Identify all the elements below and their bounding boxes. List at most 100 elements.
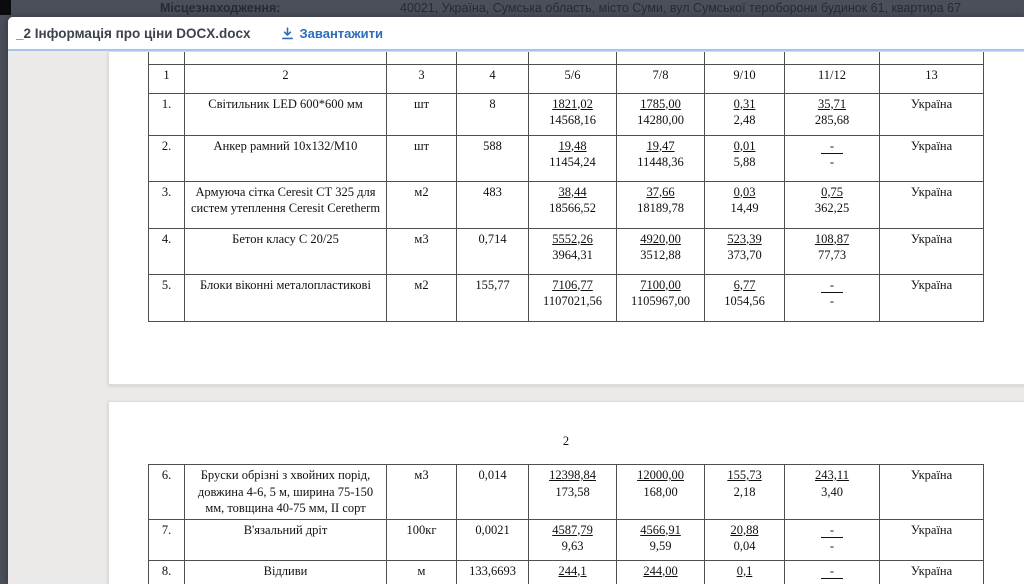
- cell-price: --: [785, 274, 880, 321]
- download-icon: [281, 27, 294, 40]
- cell-price: 6,771054,56: [705, 274, 785, 321]
- price-bottom: 0,04: [708, 538, 781, 555]
- document-filename: _2 Інформація про ціни DOCX.docx: [16, 26, 251, 41]
- cell-price: 35,71285,68: [785, 93, 880, 135]
- price-top: 244,00: [643, 564, 677, 578]
- header-cell: 2: [185, 64, 387, 93]
- price-top: 108,87: [815, 232, 849, 246]
- cell-qty: 0,014: [457, 465, 529, 520]
- cell-num: 7.: [149, 519, 185, 560]
- document-viewer[interactable]: 12345/67/89/1011/12131.Світильник LED 60…: [8, 51, 1024, 584]
- price-bottom: 373,70: [708, 247, 781, 264]
- header-cell: 9/10: [705, 64, 785, 93]
- price-bottom: 3,40: [788, 484, 876, 501]
- price-top: 0,1: [737, 564, 753, 578]
- table-row: 1.Світильник LED 600*600 ммшт81821,02145…: [149, 93, 984, 135]
- price-top: 19,47: [646, 139, 674, 153]
- cell-price: 38,4418566,52: [529, 181, 617, 228]
- price-top: 7106,77: [552, 278, 593, 292]
- cell-price: 7100,001105967,00: [617, 274, 705, 321]
- header-cell: 4: [457, 64, 529, 93]
- price-bottom: 14280,00: [620, 112, 701, 129]
- cell-unit: шт: [387, 93, 457, 135]
- cell-price: 4587,799,63: [529, 519, 617, 560]
- corner-chip: [0, 0, 11, 15]
- cell-price: 155,732,18: [705, 465, 785, 520]
- cell-price: 243,11 3,40: [785, 465, 880, 520]
- cell-name: Світильник LED 600*600 мм: [185, 93, 387, 135]
- header-cell: 11/12: [785, 64, 880, 93]
- prices-table-page2: 6.Бруски обрізні з хвойних порід, довжин…: [148, 464, 984, 584]
- price-top: 20,88: [730, 523, 758, 537]
- price-top: 12000,00: [637, 468, 684, 482]
- cell-price: 37,6618189,78: [617, 181, 705, 228]
- price-bottom: 3512,88: [620, 247, 701, 264]
- cell-name: Бетон класу С 20/25: [185, 228, 387, 274]
- cell-price: --: [785, 519, 880, 560]
- price-bottom: 173,58: [532, 484, 613, 501]
- cell-name: Бруски обрізні з хвойних порід, довжина …: [185, 465, 387, 520]
- price-bottom: 11454,24: [532, 154, 613, 171]
- cell-empty: [185, 52, 387, 64]
- price-top: -: [821, 564, 843, 579]
- cell-empty: [149, 52, 185, 64]
- price-top: 523,39: [727, 232, 761, 246]
- price-top: 37,66: [646, 185, 674, 199]
- cell-country: Україна: [880, 181, 984, 228]
- cell-price: 108,8777,73: [785, 228, 880, 274]
- cell-name: Армуюча сітка Ceresit СТ 325 для систем …: [185, 181, 387, 228]
- cell-country: Україна: [880, 135, 984, 181]
- price-top: 38,44: [558, 185, 586, 199]
- cell-country: Україна: [880, 519, 984, 560]
- cell-qty: 588: [457, 135, 529, 181]
- table-row: 3.Армуюча сітка Ceresit СТ 325 для систе…: [149, 181, 984, 228]
- price-top: 4920,00: [640, 232, 681, 246]
- prices-table-page1: 12345/67/89/1011/12131.Світильник LED 60…: [148, 52, 984, 322]
- cell-price: -: [785, 560, 880, 584]
- table-row: 4.Бетон класу С 20/25м30,7145552,263964,…: [149, 228, 984, 274]
- price-bottom: -: [788, 538, 876, 555]
- cell-price: 0,75362,25: [785, 181, 880, 228]
- price-bottom: 362,25: [788, 200, 876, 217]
- cell-num: 6.: [149, 465, 185, 520]
- price-top: 0,01: [734, 139, 756, 153]
- price-top: -: [821, 278, 843, 293]
- location-label: Місцезнаходження:: [160, 1, 280, 15]
- price-bottom: 3964,31: [532, 247, 613, 264]
- price-top: 0,31: [734, 97, 756, 111]
- cell-empty: [705, 52, 785, 64]
- cell-empty: [880, 52, 984, 64]
- cell-name: Блоки віконні металопластикові: [185, 274, 387, 321]
- cell-price: 5552,263964,31: [529, 228, 617, 274]
- price-bottom: 5,88: [708, 154, 781, 171]
- cell-unit: шт: [387, 135, 457, 181]
- price-bottom: 14568,16: [532, 112, 613, 129]
- price-top: 19,48: [558, 139, 586, 153]
- price-top: 35,71: [818, 97, 846, 111]
- cell-qty: 155,77: [457, 274, 529, 321]
- cell-qty: 0,0021: [457, 519, 529, 560]
- download-label: Завантажити: [300, 26, 383, 41]
- download-button[interactable]: Завантажити: [281, 26, 383, 41]
- cell-price: 12398,84173,58: [529, 465, 617, 520]
- price-bottom: 9,59: [620, 538, 701, 555]
- table-row: 2.Анкер рамний 10х132/М10шт58819,4811454…: [149, 135, 984, 181]
- cell-empty: [617, 52, 705, 64]
- cell-num: 3.: [149, 181, 185, 228]
- price-top: 5552,26: [552, 232, 593, 246]
- cell-empty: [387, 52, 457, 64]
- price-bottom: 11448,36: [620, 154, 701, 171]
- table-row: 6.Бруски обрізні з хвойних порід, довжин…: [149, 465, 984, 520]
- price-bottom: 168,00: [620, 484, 701, 501]
- price-bottom: 77,73: [788, 247, 876, 264]
- price-bottom: 2,48: [708, 112, 781, 129]
- cell-qty: 133,6693: [457, 560, 529, 584]
- price-top: 0,03: [734, 185, 756, 199]
- price-bottom: 1105967,00: [620, 293, 701, 310]
- document-preview-modal: _2 Інформація про ціни DOCX.docx Заванта…: [8, 17, 1024, 584]
- cell-unit: м2: [387, 181, 457, 228]
- cell-price: 20,880,04: [705, 519, 785, 560]
- table-row: 7.В'язальний дріт100кг0,00214587,799,634…: [149, 519, 984, 560]
- price-top: -: [821, 139, 843, 154]
- price-top: 243,11: [815, 468, 849, 482]
